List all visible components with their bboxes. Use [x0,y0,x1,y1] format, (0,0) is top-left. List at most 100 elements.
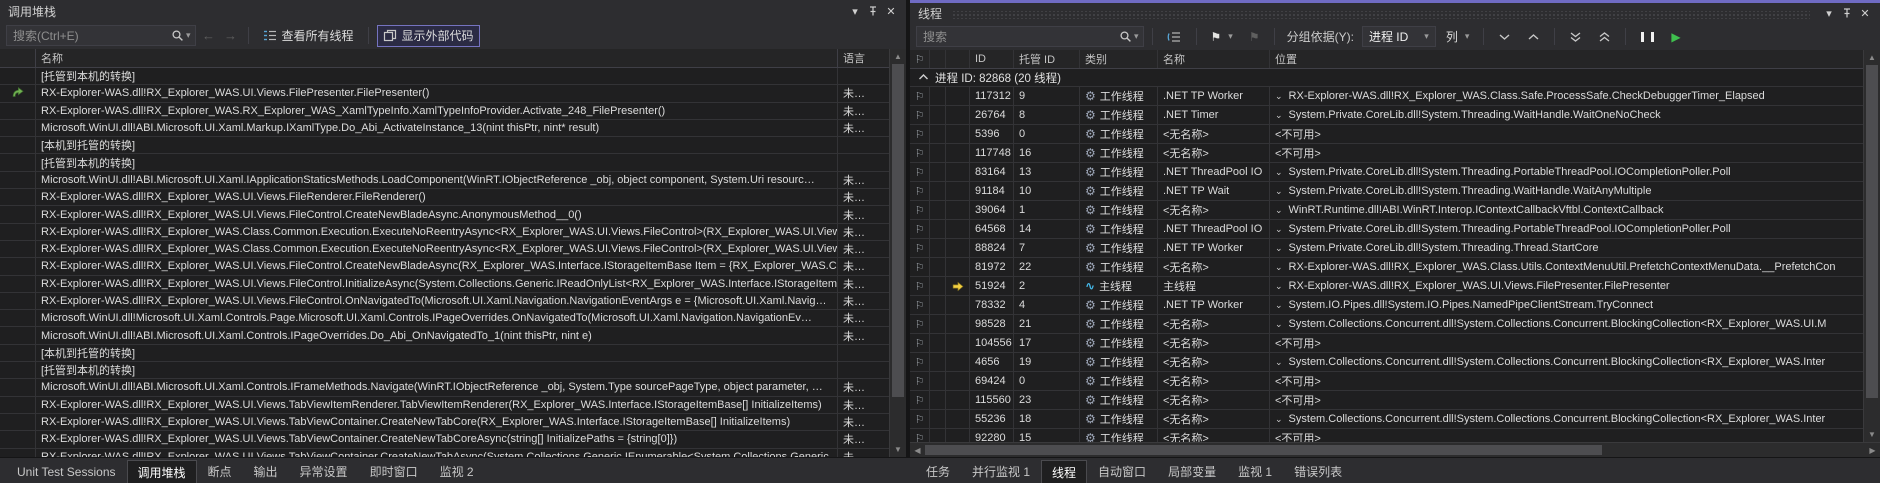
show-external-code-button[interactable]: 显示外部代码 [377,25,480,47]
stack-frame-row[interactable]: [托管到本机的转换] [0,68,889,85]
thread-flag-icon[interactable]: ⚐ [910,106,930,124]
category-column-header[interactable]: 类别 [1080,50,1158,68]
stack-frame-row[interactable]: RX-Explorer-WAS.dll!RX_Explorer_WAS.UI.V… [0,431,889,448]
thread-row[interactable]: ⚐888247⚙工作线程.NET TP Worker⌄System.Privat… [910,239,1863,258]
location-column-header[interactable]: 位置 [1270,50,1863,68]
freeze-thread-button[interactable] [1634,26,1661,48]
thread-location[interactable]: <不可用> [1270,144,1863,162]
managed-id-column-header[interactable]: 托管 ID [1014,50,1080,68]
thread-row[interactable]: ⚐5523618⚙工作线程<无名称>⌄System.Collections.Co… [910,410,1863,429]
view-all-threads-button[interactable]: 查看所有线程 [257,25,360,47]
expand-location-icon[interactable]: ⌄ [1275,281,1283,292]
name-column-header[interactable]: 名称 [1158,50,1270,68]
expand-location-icon[interactable]: ⌄ [1275,205,1283,216]
thread-flag-icon[interactable]: ⚐ [910,391,930,409]
right-panel-tab[interactable]: 任务 [915,460,961,483]
flag-current-thread-button[interactable]: ⚑ [1243,26,1266,48]
group-by-select[interactable]: 进程 ID ▾ [1362,26,1436,47]
stack-frame-row[interactable]: RX-Explorer-WAS.dll!RX_Explorer_WAS.UI.V… [0,414,889,431]
threads-search[interactable]: ▾ [916,26,1144,47]
thaw-thread-button[interactable]: ▶ [1665,26,1686,48]
thread-location[interactable]: ⌄System.IO.Pipes.dll!System.IO.Pipes.Nam… [1270,296,1863,314]
scroll-down-icon[interactable]: ▼ [890,442,906,457]
left-panel-tab[interactable]: 输出 [243,460,289,483]
navigate-back-icon[interactable]: ← [200,28,218,43]
left-panel-tab[interactable]: 监视 2 [429,460,485,483]
expand-location-icon[interactable]: ⌄ [1275,357,1283,368]
threads-horizontal-scrollbar[interactable]: ◀ ▶ [910,442,1880,457]
stack-frame-row[interactable]: Microsoft.WinUI.dll!ABI.Microsoft.UI.Xam… [0,120,889,137]
thread-flag-icon[interactable]: ⚐ [910,315,930,333]
close-icon[interactable]: ✕ [882,3,900,19]
thread-row[interactable]: ⚐10455617⚙工作线程<无名称><不可用> [910,334,1863,353]
scroll-up-icon[interactable]: ▲ [1864,50,1880,65]
expand-location-icon[interactable]: ⌄ [1275,110,1283,121]
collapse-stacks-button[interactable] [1521,26,1546,48]
scroll-track[interactable] [890,64,906,442]
thread-flag-icon[interactable]: ⚐ [910,125,930,143]
expand-all-button[interactable] [1563,26,1588,48]
right-panel-tab[interactable]: 局部变量 [1157,460,1227,483]
thread-location[interactable]: <不可用> [1270,334,1863,352]
thread-location[interactable]: ⌄RX-Explorer-WAS.dll!RX_Explorer_WAS.Cla… [1270,258,1863,276]
scroll-left-icon[interactable]: ◀ [910,446,925,455]
stack-frame-row[interactable]: [本机到托管的转换] [0,345,889,362]
scroll-track[interactable] [925,443,1865,457]
thread-row[interactable]: ⚐267648⚙工作线程.NET Timer⌄System.Private.Co… [910,106,1863,125]
stack-frame-row[interactable]: RX-Explorer-WAS.dll!RX_Explorer_WAS.UI.V… [0,293,889,310]
navigate-forward-icon[interactable]: → [222,28,240,43]
threads-titlebar[interactable]: 线程 ▾ ✕ [910,3,1880,23]
thread-location[interactable]: ⌄System.Private.CoreLib.dll!System.Threa… [1270,163,1863,181]
expand-location-icon[interactable]: ⌄ [1275,262,1283,273]
expand-location-icon[interactable]: ⌄ [1275,91,1283,102]
thread-row[interactable]: ⚐9852821⚙工作线程<无名称>⌄System.Collections.Co… [910,315,1863,334]
scroll-up-icon[interactable]: ▲ [890,49,906,64]
titlebar-drag-area[interactable] [952,11,1810,19]
expand-location-icon[interactable]: ⌄ [1275,224,1283,235]
thread-flag-icon[interactable]: ⚐ [910,239,930,257]
thread-row[interactable]: ⚐1173129⚙工作线程.NET TP Worker⌄RX-Explorer-… [910,87,1863,106]
left-panel-tab[interactable]: 调用堆栈 [127,460,197,483]
stack-frame-row[interactable]: Microsoft.WinUI.dll!Microsoft.UI.Xaml.Co… [0,310,889,327]
threads-search-input[interactable] [923,30,1119,44]
thread-row[interactable]: ⚐9228015⚙工作线程<无名称><不可用> [910,429,1863,442]
thread-row[interactable]: ⚐53960⚙工作线程<无名称><不可用> [910,125,1863,144]
thread-location[interactable]: ⌄System.Collections.Concurrent.dll!Syste… [1270,353,1863,371]
call-stack-search-input[interactable] [13,29,171,43]
thread-row[interactable]: ⚐694240⚙工作线程<无名称><不可用> [910,372,1863,391]
expand-stacks-button[interactable] [1492,26,1517,48]
right-panel-tab[interactable]: 监视 1 [1227,460,1283,483]
thread-row[interactable]: ⚐519242∿主线程主线程⌄RX-Explorer-WAS.dll!RX_Ex… [910,277,1863,296]
expand-location-icon[interactable]: ⌄ [1275,243,1283,254]
stack-frame-row[interactable]: RX-Explorer-WAS.dll!RX_Explorer_WAS.Clas… [0,224,889,241]
id-column-header[interactable]: ID [970,50,1014,68]
flag-column-header[interactable]: ⚐ [910,50,930,68]
thread-flag-icon[interactable]: ⚐ [910,182,930,200]
window-menu-icon[interactable]: ▾ [1820,5,1838,21]
thread-location[interactable]: ⌄System.Collections.Concurrent.dll!Syste… [1270,410,1863,428]
stack-frame-row[interactable]: [本机到托管的转换] [0,137,889,154]
right-panel-tab[interactable]: 线程 [1041,460,1087,483]
threads-vertical-scrollbar[interactable]: ▲ ▼ [1863,50,1880,442]
thread-flag-icon[interactable]: ⚐ [910,372,930,390]
process-group-header[interactable]: 进程 ID: 82868 (20 线程) [910,69,1863,87]
left-panel-tab[interactable]: 断点 [197,460,243,483]
search-icon[interactable] [1119,30,1132,43]
thread-flag-icon[interactable]: ⚐ [910,296,930,314]
stack-frame-row[interactable]: RX-Explorer-WAS.dll!RX_Explorer_WAS.UI.V… [0,189,889,206]
left-panel-tab[interactable]: Unit Test Sessions [6,460,127,483]
pin-icon[interactable] [864,3,882,19]
thread-flag-icon[interactable]: ⚐ [910,220,930,238]
thread-location[interactable]: <不可用> [1270,372,1863,390]
thread-row[interactable]: ⚐11556023⚙工作线程<无名称><不可用> [910,391,1863,410]
thread-row[interactable]: ⚐6456814⚙工作线程.NET ThreadPool IO⌄System.P… [910,220,1863,239]
left-panel-tab[interactable]: 即时窗口 [359,460,429,483]
thread-flag-icon[interactable]: ⚐ [910,87,930,105]
thread-location[interactable]: ⌄RX-Explorer-WAS.dll!RX_Explorer_WAS.UI.… [1270,277,1863,295]
thread-location[interactable]: <不可用> [1270,429,1863,442]
right-panel-tab[interactable]: 自动窗口 [1087,460,1157,483]
scroll-thumb[interactable] [1866,65,1878,398]
thread-flag-icon[interactable]: ⚐ [910,144,930,162]
search-options-chevron-icon[interactable]: ▾ [186,30,191,41]
thread-flag-icon[interactable]: ⚐ [910,334,930,352]
